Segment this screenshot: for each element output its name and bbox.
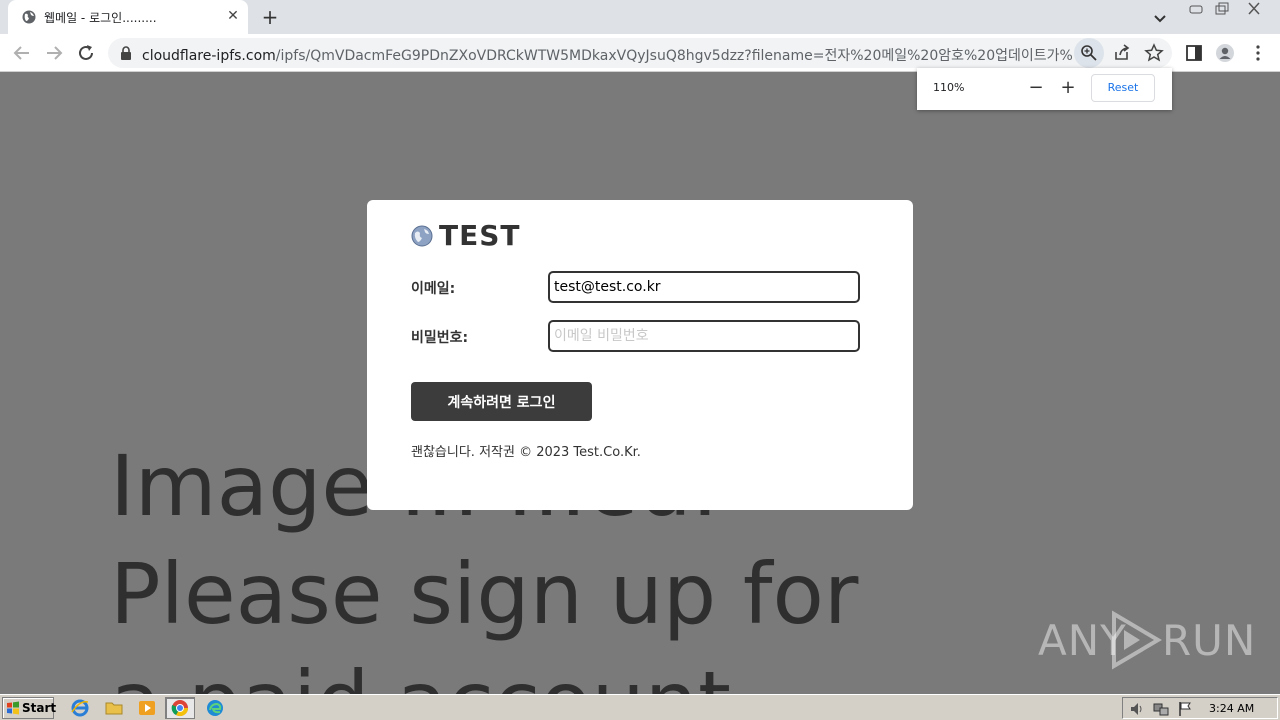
share-icon[interactable]	[1112, 43, 1132, 63]
taskbar: Start 3:24 AM	[0, 694, 1280, 720]
globe-logo-icon	[411, 225, 433, 247]
reload-icon[interactable]	[75, 42, 97, 64]
anyrun-watermark: ANY RUN	[1038, 608, 1255, 672]
file-explorer-icon[interactable]	[104, 698, 124, 718]
zoom-in-button[interactable]: +	[1057, 77, 1079, 99]
tab-search-chevron-icon[interactable]	[1150, 8, 1170, 28]
email-label: 이메일:	[411, 281, 456, 297]
edge-icon[interactable]	[205, 698, 225, 718]
url-text: cloudflare-ipfs.com/ipfs/QmVDacmFeG9PDnZ…	[142, 45, 1072, 65]
password-field[interactable]	[548, 320, 860, 352]
back-arrow-icon[interactable]	[11, 42, 33, 64]
url-path: /ipfs/QmVDacmFeG9PDnZXoVDRCkWTW5MDkaxVQy…	[275, 48, 1072, 64]
windows-logo-icon	[7, 701, 19, 715]
globe-icon	[22, 10, 36, 24]
network-icon[interactable]	[1153, 701, 1169, 717]
start-button[interactable]: Start	[2, 697, 57, 719]
minimize-icon[interactable]	[1184, 2, 1208, 16]
new-tab-button[interactable]: +	[258, 5, 282, 29]
zoom-button[interactable]	[1074, 38, 1104, 68]
password-label: 비밀번호:	[411, 330, 469, 346]
address-bar[interactable]: cloudflare-ipfs.com/ipfs/QmVDacmFeG9PDnZ…	[108, 38, 1172, 68]
lock-icon[interactable]	[120, 46, 132, 60]
clock: 3:24 AM	[1209, 702, 1255, 715]
kebab-menu-icon[interactable]	[1248, 43, 1268, 63]
restore-icon[interactable]	[1210, 2, 1234, 16]
logo-text: TEST	[439, 219, 521, 252]
zoom-out-button[interactable]: −	[1025, 77, 1047, 99]
play-logo-icon	[1112, 610, 1162, 670]
chrome-icon	[171, 700, 189, 717]
zoom-icon	[1081, 45, 1097, 61]
chrome-taskbar-button[interactable]	[165, 697, 195, 719]
system-tray: 3:24 AM	[1122, 697, 1278, 719]
browser-tab[interactable]: 웹메일 - 로그인......... ✕	[8, 0, 248, 34]
action-center-flag-icon[interactable]	[1177, 701, 1193, 717]
zoom-reset-button[interactable]: Reset	[1091, 74, 1155, 102]
volume-icon[interactable]	[1129, 701, 1145, 717]
watermark-right: RUN	[1162, 616, 1257, 665]
tab-strip: 웹메일 - 로그인......... ✕ +	[0, 0, 1280, 34]
forward-arrow-icon[interactable]	[43, 42, 65, 64]
login-button[interactable]: 계속하려면 로그인	[411, 382, 592, 421]
url-host: cloudflare-ipfs.com	[142, 48, 276, 64]
side-panel-icon[interactable]	[1184, 43, 1204, 63]
browser-toolbar: cloudflare-ipfs.com/ipfs/QmVDacmFeG9PDnZ…	[0, 34, 1280, 72]
start-label: Start	[22, 701, 57, 715]
zoom-level: 110%	[933, 81, 965, 94]
profile-icon[interactable]	[1215, 43, 1235, 63]
zoom-popup: 110% − + Reset	[917, 68, 1172, 110]
login-card: TEST 이메일: 비밀번호: 계속하려면 로그인 괜찮습니다. 저작권 © 2…	[367, 200, 913, 510]
window-close-icon[interactable]	[1242, 2, 1266, 16]
email-field[interactable]	[548, 271, 860, 303]
media-player-icon[interactable]	[137, 698, 157, 718]
copyright-footer: 괜찮습니다. 저작권 © 2023 Test.Co.Kr.	[411, 445, 641, 460]
tab-close-icon[interactable]: ✕	[224, 7, 242, 25]
internet-explorer-icon[interactable]	[70, 698, 90, 718]
tab-title: 웹메일 - 로그인.........	[44, 11, 157, 25]
background-line-2: Please sign up for	[110, 545, 859, 643]
star-icon[interactable]	[1144, 43, 1164, 63]
